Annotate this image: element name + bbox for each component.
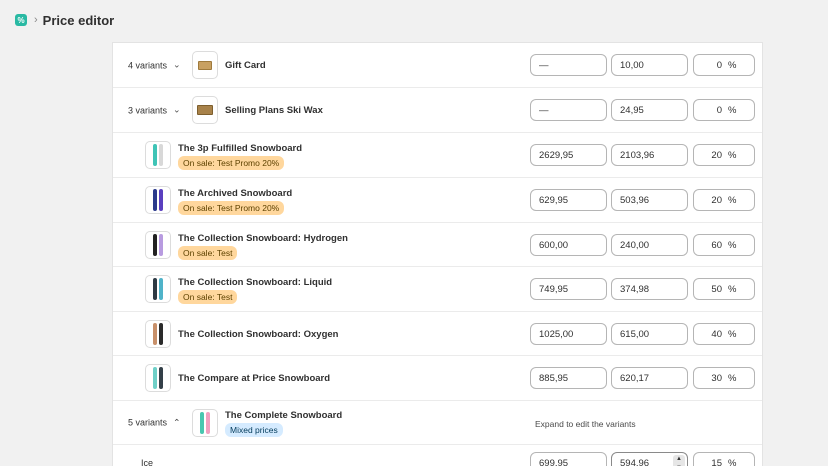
compare-at-price-input[interactable]: 885,95	[530, 367, 607, 389]
chevron-up-icon: ⌃	[173, 417, 181, 427]
variants-toggle[interactable]: 4 variants ⌄	[128, 60, 181, 71]
product-row: The Collection Snowboard: Oxygen 1025,00…	[113, 312, 762, 356]
product-row: The Collection Snowboard: Liquid On sale…	[113, 267, 762, 312]
compare-at-price-input[interactable]: 2629,95	[530, 144, 607, 166]
snowboard-icon	[153, 322, 157, 345]
product-name: Gift Card	[225, 60, 266, 71]
discount-input[interactable]: 60%	[693, 234, 755, 256]
wax-icon	[197, 105, 213, 115]
page-title: Price editor	[42, 12, 115, 28]
product-thumbnail	[145, 186, 171, 214]
product-thumbnail	[192, 51, 218, 79]
status-badge: On sale: Test Promo 20%	[178, 201, 285, 215]
expand-hint: Expand to edit the variants	[535, 419, 636, 429]
snowboard-icon	[200, 411, 204, 434]
snowboard-icon	[159, 278, 163, 300]
snowboard-icon	[153, 278, 157, 300]
product-thumbnail	[192, 408, 218, 437]
gift-box-icon	[198, 60, 212, 70]
product-row: The Compare at Price Snowboard 885,95 62…	[113, 356, 762, 401]
price-input[interactable]: 374,98	[611, 278, 688, 300]
product-thumbnail	[145, 230, 171, 259]
compare-at-price-input[interactable]: —	[530, 54, 607, 76]
price-input[interactable]: 10,00	[611, 54, 688, 76]
product-thumbnail	[145, 141, 171, 169]
breadcrumb-chevron-icon: ›	[34, 14, 38, 26]
discount-input[interactable]: 30%	[693, 367, 755, 389]
snowboard-icon	[153, 144, 157, 166]
mixed-prices-badge: Mixed prices	[225, 423, 283, 437]
product-row: The 3p Fulfilled Snowboard On sale: Test…	[113, 133, 762, 178]
product-row-complete-snowboard: 5 variants ⌃ The Complete Snowboard Mixe…	[113, 401, 762, 445]
product-thumbnail	[145, 364, 171, 392]
variants-toggle[interactable]: 3 variants ⌄	[128, 105, 181, 116]
price-input[interactable]: 2103,96	[611, 144, 688, 166]
discount-input[interactable]: 15%	[693, 452, 755, 466]
snowboard-icon	[159, 322, 163, 345]
product-thumbnail	[192, 96, 218, 124]
product-row-ski-wax: 3 variants ⌄ Selling Plans Ski Wax — 24,…	[113, 88, 762, 133]
product-name: The Collection Snowboard: Oxygen	[178, 329, 339, 340]
product-thumbnail	[145, 275, 171, 303]
product-row: The Collection Snowboard: Hydrogen On sa…	[113, 223, 762, 267]
variants-toggle[interactable]: 5 variants ⌃	[128, 417, 181, 428]
compare-at-price-input[interactable]: —	[530, 99, 607, 121]
variant-row-ice: Ice 699,95 594,96 ▲ ▼ 15%	[113, 445, 762, 466]
price-input[interactable]: 24,95	[611, 99, 688, 121]
price-input[interactable]: 240,00	[611, 234, 688, 256]
price-input[interactable]: 503,96	[611, 189, 688, 211]
price-input[interactable]: 594,96 ▲ ▼	[611, 452, 688, 466]
status-badge: On sale: Test Promo 20%	[178, 156, 285, 170]
top-bar: % › Price editor	[0, 0, 828, 40]
discount-input[interactable]: 40%	[693, 323, 755, 345]
product-name: The 3p Fulfilled Snowboard	[178, 143, 303, 154]
product-row-gift-card: 4 variants ⌄ Gift Card — 10,00 0%	[113, 43, 762, 88]
snowboard-icon	[153, 233, 157, 256]
price-editor-card: 4 variants ⌄ Gift Card — 10,00 0% 3 vari…	[112, 42, 763, 466]
snowboard-icon	[159, 144, 163, 166]
snowboard-icon	[159, 367, 163, 389]
compare-at-price-input[interactable]: 749,95	[530, 278, 607, 300]
discount-input[interactable]: 20%	[693, 144, 755, 166]
compare-at-price-input[interactable]: 1025,00	[530, 323, 607, 345]
snowboard-icon	[153, 189, 157, 211]
status-badge: On sale: Test	[178, 290, 238, 304]
discount-input[interactable]: 0%	[693, 99, 755, 121]
product-name: The Compare at Price Snowboard	[178, 373, 331, 384]
price-stepper[interactable]: ▲ ▼	[673, 455, 685, 466]
stepper-up-icon[interactable]: ▲	[676, 455, 682, 463]
discount-input[interactable]: 20%	[693, 189, 755, 211]
chevron-down-icon: ⌄	[173, 104, 181, 115]
product-name: The Archived Snowboard	[178, 188, 293, 199]
compare-at-price-input[interactable]: 699,95	[530, 452, 607, 466]
product-name: Selling Plans Ski Wax	[225, 105, 323, 116]
snowboard-icon	[159, 189, 163, 211]
app-percent-icon[interactable]: %	[15, 14, 27, 26]
product-name: The Complete Snowboard	[225, 410, 343, 421]
snowboard-icon	[159, 233, 163, 256]
chevron-down-icon: ⌄	[173, 59, 181, 70]
product-thumbnail	[145, 319, 171, 348]
product-name: The Collection Snowboard: Liquid	[178, 277, 333, 288]
status-badge: On sale: Test	[178, 246, 238, 260]
compare-at-price-input[interactable]: 600,00	[530, 234, 607, 256]
product-row: The Archived Snowboard On sale: Test Pro…	[113, 178, 762, 223]
discount-input[interactable]: 0%	[693, 54, 755, 76]
price-input[interactable]: 615,00	[611, 323, 688, 345]
snowboard-icon	[206, 411, 210, 434]
snowboard-icon	[153, 367, 157, 389]
variant-name: Ice	[141, 458, 154, 466]
product-name: The Collection Snowboard: Hydrogen	[178, 233, 348, 244]
price-input[interactable]: 620,17	[611, 367, 688, 389]
discount-input[interactable]: 50%	[693, 278, 755, 300]
compare-at-price-input[interactable]: 629,95	[530, 189, 607, 211]
